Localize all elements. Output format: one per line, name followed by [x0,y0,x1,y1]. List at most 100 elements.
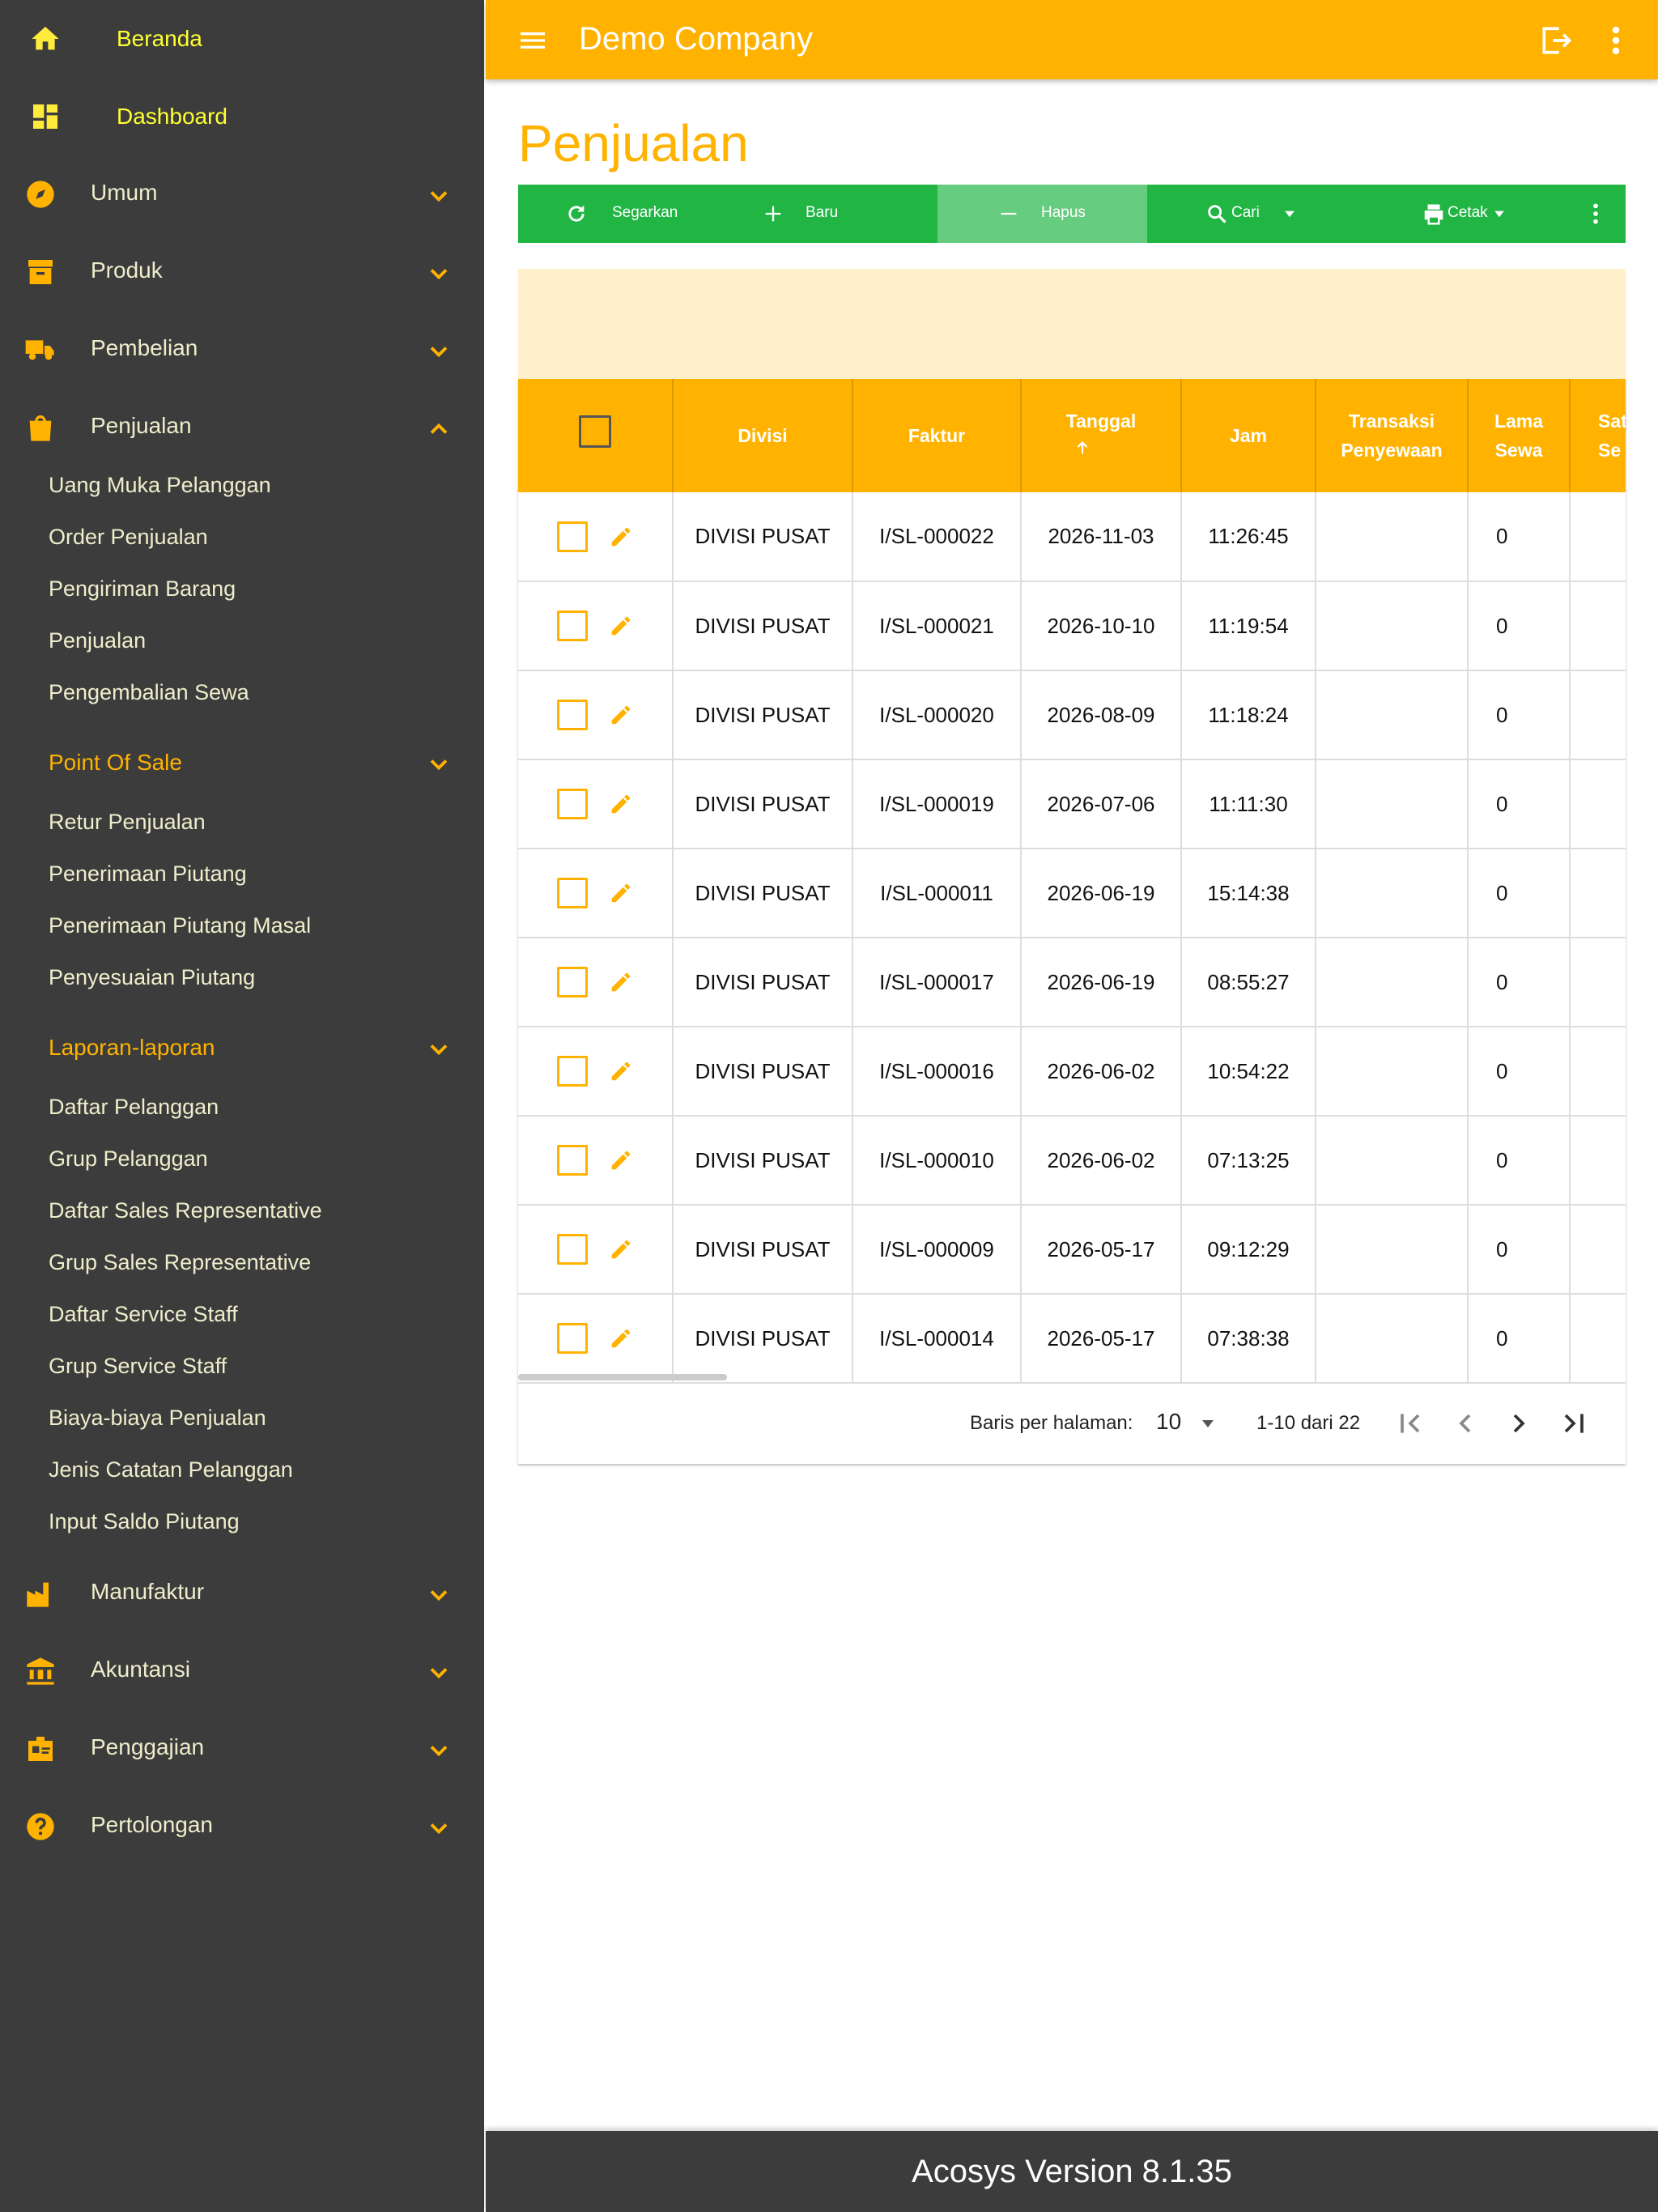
search-button[interactable]: Cari [1147,185,1357,243]
column-header-tanggal[interactable]: Tanggal [1021,379,1182,492]
row-actions-cell [518,1294,674,1384]
row-actions-cell [518,759,674,849]
edit-icon[interactable] [609,1148,633,1172]
sidebar-item-jenis-catatan[interactable]: Jenis Catatan Pelanggan [49,1457,293,1482]
more-vertical-icon[interactable] [1608,23,1624,58]
sidebar-item-pengembalian-sewa[interactable]: Pengembalian Sewa [49,680,249,705]
column-header-transaksi[interactable]: Transaksi Penyewaan [1316,379,1469,492]
edit-icon[interactable] [609,525,633,549]
sidebar-section-laporan[interactable]: Laporan-laporan [0,1020,484,1078]
logout-icon[interactable] [1538,23,1574,58]
row-checkbox[interactable] [557,1145,588,1176]
sidebar-item-penyesuaian[interactable]: Penyesuaian Piutang [49,965,255,990]
select-all-checkbox[interactable] [579,415,611,448]
bank-icon [27,1657,54,1685]
cell-tanggal: 2026-05-17 [1021,1294,1182,1384]
column-header-divisi[interactable]: Divisi [673,379,853,492]
edit-icon[interactable] [609,792,633,816]
column-header-faktur[interactable]: Faktur [852,379,1022,492]
row-checkbox[interactable] [557,521,588,552]
row-checkbox[interactable] [557,967,588,998]
table-row[interactable]: DIVISI PUSAT I/SL-000019 2026-07-06 11:11:3… [518,759,1626,849]
table-row[interactable]: DIVISI PUSAT I/SL-000010 2026-06-02 07:13:2… [518,1116,1626,1206]
sidebar-item-penjualan[interactable]: Penjualan [49,628,146,653]
sidebar-item-biaya-penjualan[interactable]: Biaya-biaya Penjualan [49,1406,266,1431]
sidebar-item-dashboard[interactable]: Dashboard [0,78,484,155]
table-row[interactable]: DIVISI PUSAT I/SL-000016 2026-06-02 10:54:2… [518,1027,1626,1117]
rows-per-page-select[interactable]: 10 [1156,1409,1181,1435]
sidebar-group-manufaktur[interactable]: Manufaktur [0,1555,484,1632]
row-actions-cell [518,849,674,938]
table-row[interactable]: DIVISI PUSAT I/SL-000009 2026-05-17 09:12:2… [518,1205,1626,1295]
cell-jam: 07:13:25 [1181,1116,1316,1206]
menu-icon[interactable] [517,24,549,57]
sidebar-item-penerimaan-masal[interactable]: Penerimaan Piutang Masal [49,913,311,938]
sidebar-item-order-penjualan[interactable]: Order Penjualan [49,525,208,550]
sidebar-section-pos[interactable]: Point Of Sale [0,735,484,793]
previous-page-icon[interactable] [1449,1407,1482,1440]
sidebar-item-uang-muka[interactable]: Uang Muka Pelanggan [49,473,271,498]
sidebar-item-penerimaan-piutang[interactable]: Penerimaan Piutang [49,861,247,887]
row-checkbox[interactable] [557,789,588,819]
sidebar-group-penjualan[interactable]: Penjualan [0,389,484,466]
sidebar-item-label: Dashboard [117,104,227,129]
sidebar-group-label: Akuntansi [91,1657,190,1682]
printer-icon [1424,204,1443,225]
next-page-icon[interactable] [1503,1407,1535,1440]
table-row[interactable]: DIVISI PUSAT I/SL-000017 2026-06-19 08:55:2… [518,938,1626,1027]
row-checkbox[interactable] [557,700,588,730]
sidebar-group-akuntansi[interactable]: Akuntansi [0,1632,484,1710]
sidebar-item-retur[interactable]: Retur Penjualan [49,810,206,835]
edit-icon[interactable] [609,614,633,638]
column-header-lama-sewa[interactable]: Lama Sewa [1468,379,1571,492]
sidebar-item-beranda[interactable]: Beranda [0,0,484,78]
first-page-icon[interactable] [1394,1407,1426,1440]
table-row[interactable]: DIVISI PUSAT I/SL-000014 2026-05-17 07:38:3… [518,1294,1626,1384]
sidebar-group-pertolongan[interactable]: Pertolongan [0,1788,484,1865]
sidebar-item-pengiriman[interactable]: Pengiriman Barang [49,576,236,602]
delete-button[interactable]: Hapus [937,185,1147,243]
sidebar-item-daftar-pelanggan[interactable]: Daftar Pelanggan [49,1095,219,1120]
last-page-icon[interactable] [1558,1407,1590,1440]
sidebar-item-grup-service[interactable]: Grup Service Staff [49,1354,227,1379]
edit-icon[interactable] [609,1326,633,1351]
sidebar-item-daftar-sales[interactable]: Daftar Sales Representative [49,1198,322,1223]
print-button[interactable]: Cetak [1357,185,1567,243]
row-actions-cell [518,670,674,760]
sidebar-item-saldo-piutang[interactable]: Input Saldo Piutang [49,1509,240,1534]
select-all-header [518,379,674,492]
column-header-jam[interactable]: Jam [1181,379,1316,492]
row-checkbox[interactable] [557,1323,588,1354]
sidebar-item-grup-sales[interactable]: Grup Sales Representative [49,1250,311,1275]
edit-icon[interactable] [609,1237,633,1261]
table-row[interactable]: DIVISI PUSAT I/SL-000020 2026-08-09 11:18:2… [518,670,1626,760]
horizontal-scrollbar[interactable] [518,1374,727,1380]
search-label: Cari [1231,204,1260,221]
table-row[interactable]: DIVISI PUSAT I/SL-000022 2026-11-03 11:26:4… [518,492,1626,582]
column-header-satuan-sewa[interactable]: Sat Se [1570,379,1626,492]
refresh-button[interactable]: Segarkan [518,185,728,243]
cell-faktur: I/SL-000022 [852,492,1022,582]
toolbar-more-button[interactable] [1567,185,1626,243]
edit-icon[interactable] [609,703,633,727]
sidebar-group-produk[interactable]: Produk [0,233,484,311]
caret-down-icon[interactable] [1198,1414,1218,1433]
edit-icon[interactable] [609,881,633,905]
row-checkbox[interactable] [557,1056,588,1087]
sidebar-item-daftar-service[interactable]: Daftar Service Staff [49,1302,238,1327]
sidebar-section-label: Point Of Sale [49,750,182,775]
table-row[interactable]: DIVISI PUSAT I/SL-000011 2026-06-19 15:14:3… [518,849,1626,938]
edit-icon[interactable] [609,1059,633,1083]
sidebar-group-umum[interactable]: Umum [0,155,484,233]
table-row[interactable]: DIVISI PUSAT I/SL-000021 2026-10-10 11:19:5… [518,581,1626,671]
sidebar-item-grup-pelanggan[interactable]: Grup Pelanggan [49,1146,208,1172]
sidebar-group-pembelian[interactable]: Pembelian [0,311,484,389]
cell-faktur: I/SL-000016 [852,1027,1022,1117]
row-checkbox[interactable] [557,610,588,641]
edit-icon[interactable] [609,970,633,994]
row-checkbox[interactable] [557,1234,588,1265]
cell-lama-sewa: 0 [1468,1205,1571,1295]
new-button[interactable]: Baru [728,185,937,243]
row-checkbox[interactable] [557,878,588,908]
sidebar-group-penggajian[interactable]: Penggajian [0,1710,484,1788]
